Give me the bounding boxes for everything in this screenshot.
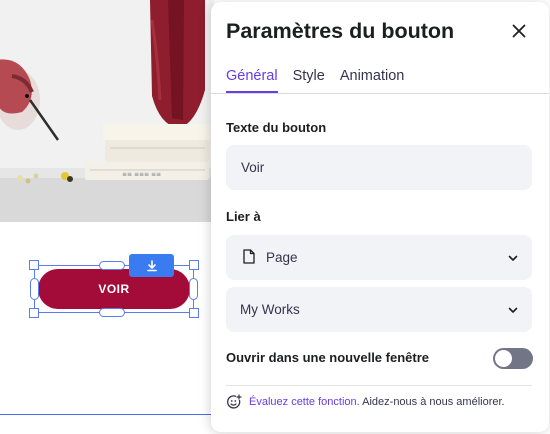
- feedback-row: Évaluez cette fonction. Aidez-nous à nou…: [226, 394, 505, 410]
- footer-divider: [226, 385, 532, 386]
- tab-animation[interactable]: Animation: [340, 66, 404, 93]
- link-page-value: My Works: [240, 302, 300, 317]
- button-settings-panel: Paramètres du bouton Général Style Anima…: [211, 2, 549, 432]
- close-icon: [512, 24, 526, 38]
- chevron-down-icon: [508, 255, 518, 261]
- download-button[interactable]: [129, 254, 174, 277]
- resize-handle-top-right[interactable]: [189, 260, 199, 270]
- close-button[interactable]: [508, 20, 530, 42]
- tabs-divider: [211, 93, 549, 94]
- smiley-plus-icon: [227, 394, 242, 409]
- tab-style[interactable]: Style: [293, 66, 325, 93]
- resize-handle-left[interactable]: [30, 278, 39, 300]
- hero-image: ≡≡ ≡≡≡ ≡≡: [0, 0, 214, 222]
- new-window-toggle[interactable]: [493, 348, 533, 369]
- resize-handle-top[interactable]: [99, 261, 125, 270]
- toggle-knob: [495, 350, 512, 367]
- resize-handle-bottom-left[interactable]: [29, 308, 39, 318]
- resize-handle-top-left[interactable]: [29, 260, 39, 270]
- feedback-text: Évaluez cette fonction. Aidez-nous à nou…: [249, 396, 505, 408]
- button-text-input[interactable]: [226, 145, 532, 190]
- rate-feature-link[interactable]: Évaluez cette fonction.: [249, 396, 360, 408]
- new-window-label: Ouvrir dans une nouvelle fenêtre: [226, 350, 429, 365]
- document-icon: [243, 249, 255, 264]
- settings-tabs: Général Style Animation: [226, 66, 404, 93]
- download-icon: [146, 259, 157, 271]
- link-type-value: Page: [266, 250, 298, 265]
- panel-title: Paramètres du bouton: [226, 19, 455, 43]
- resize-handle-right[interactable]: [189, 278, 198, 300]
- resize-handle-bottom[interactable]: [99, 308, 125, 317]
- chevron-down-icon: [508, 307, 518, 313]
- button-text-field[interactable]: [226, 145, 532, 190]
- svg-text:≡≡ ≡≡≡ ≡≡: ≡≡ ≡≡≡ ≡≡: [122, 171, 161, 178]
- button-text-label: Texte du bouton: [226, 120, 327, 135]
- resize-handle-bottom-right[interactable]: [189, 308, 199, 318]
- tab-general[interactable]: Général: [226, 66, 278, 93]
- canvas-section-divider: [0, 414, 230, 415]
- link-type-select[interactable]: Page: [226, 235, 532, 280]
- link-page-select[interactable]: My Works: [226, 287, 532, 332]
- link-to-label: Lier à: [226, 209, 261, 224]
- feedback-help-text: Aidez-nous à nous améliorer.: [359, 396, 505, 408]
